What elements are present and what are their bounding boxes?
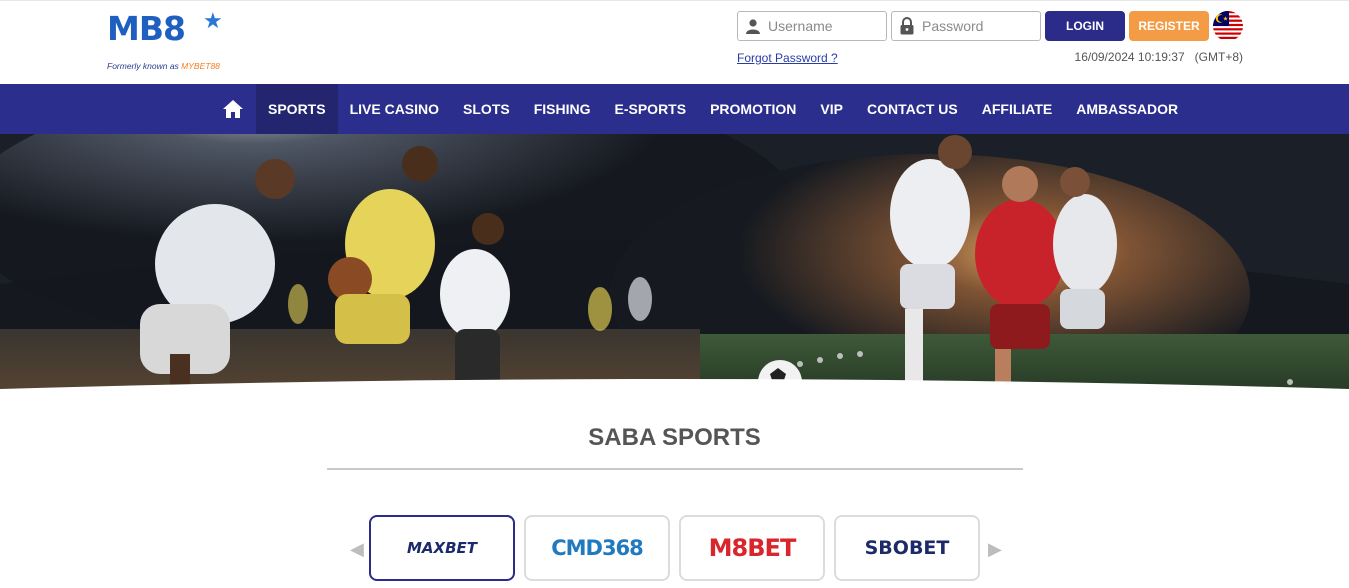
username-input[interactable] (768, 18, 878, 34)
provider-carousel: ◀ MAXBET CMD368 M8BET SBOBET ▶ (0, 515, 1349, 585)
logo-tagline-prefix: Formerly known as (107, 61, 182, 71)
username-field[interactable] (737, 11, 887, 41)
section-title: SABA SPORTS (588, 424, 761, 451)
nav-item-vip[interactable]: VIP (808, 84, 855, 134)
title-divider (327, 468, 1023, 470)
provider-label: M8BET (708, 534, 797, 562)
login-button[interactable]: LOGIN (1045, 11, 1125, 41)
password-field[interactable] (891, 11, 1041, 41)
provider-label: SBOBET (864, 537, 950, 559)
carousel-next-arrow-icon[interactable]: ▶ (988, 539, 1002, 560)
home-icon[interactable] (210, 84, 256, 134)
main-nav: SPORTS LIVE CASINO SLOTS FISHING E-SPORT… (0, 84, 1349, 134)
provider-card-cmd368[interactable]: CMD368 (524, 515, 670, 581)
provider-label: CMD368 (551, 536, 644, 560)
nav-item-contact-us[interactable]: CONTACT US (855, 84, 970, 134)
user-icon (738, 12, 768, 40)
provider-label: MAXBET (406, 539, 477, 557)
provider-card-maxbet[interactable]: MAXBET (369, 515, 515, 581)
carousel-prev-arrow-icon[interactable]: ◀ (350, 539, 364, 560)
nav-item-slots[interactable]: SLOTS (451, 84, 522, 134)
logo-tagline-brand: MYBET88 (181, 61, 220, 71)
nav-item-fishing[interactable]: FISHING (522, 84, 603, 134)
nav-item-affiliate[interactable]: AFFILIATE (970, 84, 1065, 134)
nav-item-live-casino[interactable]: LIVE CASINO (338, 84, 451, 134)
site-logo[interactable]: MB8 ★ Formerly known as MYBET88 (107, 8, 227, 73)
datetime-display: 16/09/2024 10:19:37 (GMT+8) (1075, 50, 1243, 64)
register-button[interactable]: REGISTER (1129, 11, 1209, 41)
provider-card-m8bet[interactable]: M8BET (679, 515, 825, 581)
top-header: MB8 ★ Formerly known as MYBET88 LOGIN RE… (0, 0, 1349, 84)
password-input[interactable] (922, 18, 1032, 34)
timezone-value: (GMT+8) (1194, 50, 1243, 64)
provider-card-sbobet[interactable]: SBOBET (834, 515, 980, 581)
nav-item-promotion[interactable]: PROMOTION (698, 84, 808, 134)
malaysia-flag-icon[interactable] (1213, 11, 1243, 41)
nav-item-esports[interactable]: E-SPORTS (603, 84, 699, 134)
sports-banner-image (0, 134, 1349, 404)
logo-tagline: Formerly known as MYBET88 (107, 61, 220, 71)
star-icon: ★ (203, 8, 223, 33)
lock-icon (892, 12, 922, 40)
date-time-value: 16/09/2024 10:19:37 (1074, 50, 1185, 64)
forgot-password-link[interactable]: Forgot Password ? (737, 51, 838, 65)
nav-item-ambassador[interactable]: AMBASSADOR (1064, 84, 1190, 134)
nav-item-sports[interactable]: SPORTS (256, 84, 338, 134)
